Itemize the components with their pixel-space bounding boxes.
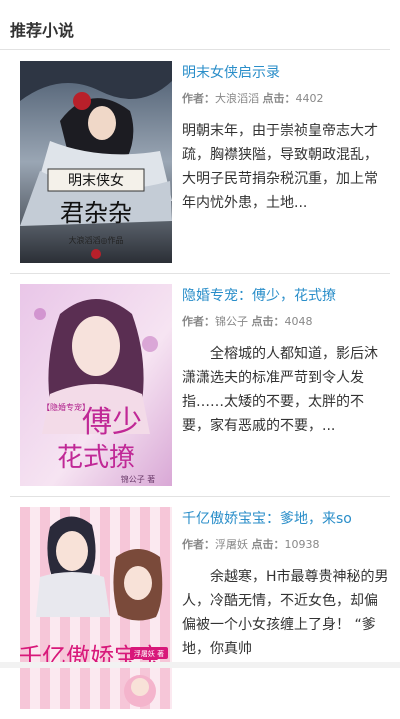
cover-credit: 大浪滔滔◎作品: [69, 235, 124, 245]
book-cover[interactable]: 明末侠女 君杂杂 大浪滔滔◎作品: [20, 61, 172, 263]
book-item[interactable]: 千亿傲娇宝宝 浮屠妖 著 千亿傲娇宝宝：爹地，来so 作者：浮屠妖 点击：109…: [10, 497, 390, 719]
cover-title: 傅少: [82, 405, 142, 440]
cover-credit: 锦公子 著: [121, 474, 156, 484]
book-author: 大浪滔滔: [215, 92, 259, 105]
cover-title: 明末侠女: [68, 172, 124, 189]
book-title-link[interactable]: 隐婚专宠：傅少，花式撩: [182, 286, 390, 306]
section-title: 推荐小说: [10, 21, 75, 40]
book-clicks: 4048: [284, 315, 313, 328]
bottom-bar: [0, 662, 400, 668]
book-meta: 作者：浮屠妖 点击：10938: [182, 538, 320, 551]
book-author: 锦公子: [215, 315, 248, 328]
book-author: 浮屠妖: [215, 538, 248, 551]
book-title-link[interactable]: 千亿傲娇宝宝：爹地，来so: [182, 509, 390, 529]
book-description: 全榕城的人都知道，影后沐潇潇选夫的标准严苛到令人发指……太矮的不要，太胖的不要，…: [182, 346, 378, 434]
book-meta: 作者：锦公子 点击：4048: [182, 315, 313, 328]
book-meta: 作者：大浪滔滔 点击：4402: [182, 92, 324, 105]
book-cover[interactable]: 【隐婚专宠】 傅少 花式撩 锦公子 著: [20, 284, 172, 486]
cover-credit: 浮屠妖 著: [134, 649, 164, 658]
section-header: 推荐小说: [0, 0, 390, 50]
book-description: 明朝末年，由于崇祯皇帝志大才疏，胸襟狭隘，导致朝政混乱，大明子民苛捐杂税沉重，加…: [182, 123, 378, 211]
book-cover[interactable]: 千亿傲娇宝宝 浮屠妖 著: [20, 507, 172, 709]
cover-subtitle: 花式撩: [57, 443, 135, 473]
book-description: 余越寒，H市最尊贵神秘的男人，冷酷无情，不近女色，却偏偏被一个小女孩缠上了身！ …: [182, 569, 389, 657]
cover-subtitle: 君杂杂: [60, 199, 132, 227]
book-item[interactable]: 【隐婚专宠】 傅少 花式撩 锦公子 著 隐婚专宠：傅少，花式撩 作者：锦公子 点…: [10, 274, 390, 497]
book-clicks: 4402: [295, 92, 324, 105]
book-title-link[interactable]: 明末女侠启示录: [182, 63, 390, 83]
book-item[interactable]: 明末侠女 君杂杂 大浪滔滔◎作品 明末女侠启示录 作者：大浪滔滔 点击：4402…: [10, 51, 390, 274]
book-clicks: 10938: [284, 538, 320, 551]
